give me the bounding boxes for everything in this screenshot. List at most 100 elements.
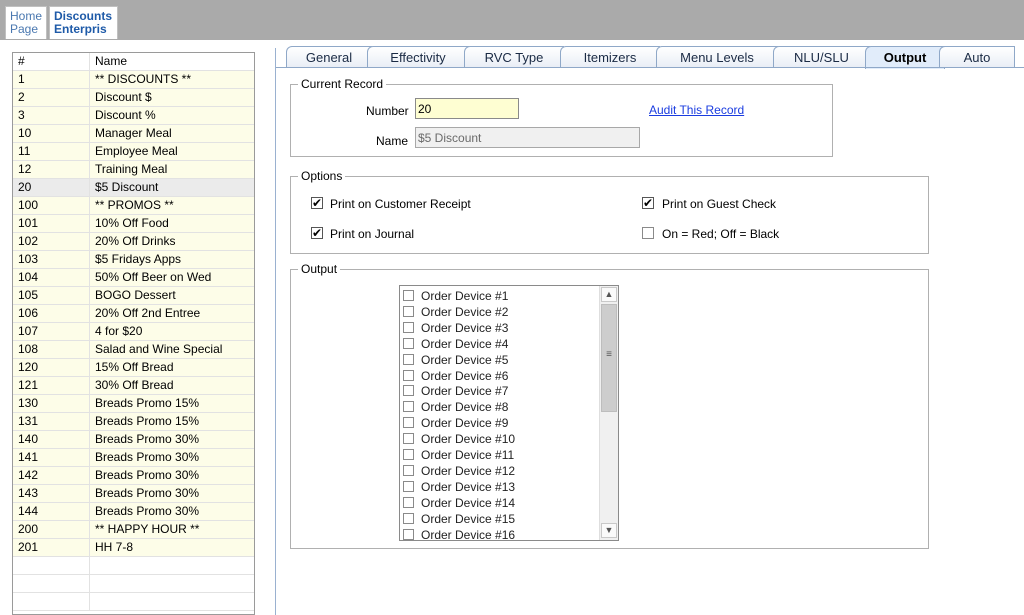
list-item[interactable]: 106 20% Off 2nd Entree [13,305,254,323]
audit-record-link[interactable]: Audit This Record [649,103,744,117]
check-mark-icon: ✔ [312,226,323,240]
order-device-list[interactable]: Order Device #1 Order Device #2 Order Devi… [399,285,619,541]
list-item[interactable]: 100 ** PROMOS ** [13,197,254,215]
list-item[interactable]: 143 Breads Promo 30% [13,485,254,503]
tab-rvc-type[interactable]: RVC Type [464,46,564,67]
column-header-number[interactable]: # [13,53,90,70]
list-item[interactable]: 142 Breads Promo 30% [13,467,254,485]
panel-divider[interactable] [275,48,276,615]
print-customer-receipt-checkbox[interactable]: ✔ [311,197,323,209]
list-item[interactable]: 103 $5 Fridays Apps [13,251,254,269]
list-item[interactable]: 120 15% Off Bread [13,359,254,377]
order-device-checkbox[interactable] [403,449,414,460]
list-item[interactable]: 105 BOGO Dessert [13,287,254,305]
column-header-name[interactable]: Name [90,53,254,70]
discounts-enterprise-tab[interactable]: Discounts Enterpris [49,6,118,39]
tab-auto[interactable]: Auto [939,46,1015,67]
list-item[interactable]: 201 HH 7-8 [13,539,254,557]
list-item[interactable]: 12 Training Meal [13,161,254,179]
list-item[interactable]: 121 30% Off Bread [13,377,254,395]
list-item[interactable]: 20 $5 Discount [13,179,254,197]
order-device-checkbox[interactable] [403,337,414,349]
list-item[interactable]: 140 Breads Promo 30% [13,431,254,449]
list-item[interactable]: 10 Manager Meal [13,125,254,143]
list-item[interactable]: 130 Breads Promo 15% [13,395,254,413]
home-page-tab[interactable]: Home Page [5,6,47,39]
tab-output[interactable]: Output [865,46,945,69]
empty-cell [13,593,90,610]
chevron-up-icon: ▲ [604,289,614,299]
print-journal-label[interactable]: Print on Journal [330,227,414,241]
list-rows: 1 ** DISCOUNTS ** 2 Discount $ 3 Discount % 10… [13,71,254,611]
print-guest-check-label[interactable]: Print on Guest Check [662,197,776,211]
on-red-off-black-label[interactable]: On = Red; Off = Black [662,227,779,241]
list-item[interactable]: 102 20% Off Drinks [13,233,254,251]
list-item-number: 101 [13,215,90,232]
order-device-label: Order Device #6 [421,368,509,383]
scroll-thumb[interactable]: ≡ [601,304,617,412]
order-device-label: Order Device #3 [421,320,509,335]
order-device-checkbox[interactable] [403,528,414,540]
list-item[interactable]: 1 ** DISCOUNTS ** [13,71,254,89]
list-item[interactable]: 108 Salad and Wine Special [13,341,254,359]
grip-icon: ≡ [606,349,612,360]
list-item-name: $5 Discount [95,180,159,194]
name-field[interactable] [415,127,640,148]
list-item[interactable]: 131 Breads Promo 15% [13,413,254,431]
device-list-scrollbar[interactable]: ▲ ≡ ▼ [599,286,618,540]
order-device-checkbox[interactable] [403,433,414,445]
check-mark-icon: ✔ [312,196,323,210]
list-item[interactable]: 107 4 for $20 [13,323,254,341]
list-item-number: 121 [13,377,90,394]
scroll-down-button[interactable]: ▼ [601,523,617,538]
tab-nlu-slu[interactable]: NLU/SLU [773,46,870,67]
list-item[interactable]: 104 50% Off Beer on Wed [13,269,254,287]
tab-menu-levels[interactable]: Menu Levels [656,46,778,67]
order-device-checkbox[interactable] [403,401,414,413]
tab-general[interactable]: General [286,46,372,67]
list-item[interactable]: 2 Discount $ [13,89,254,107]
list-item-name: 50% Off Beer on Wed [95,270,212,284]
tab-itemizers[interactable]: Itemizers [560,46,660,67]
list-item-number: 130 [13,395,90,412]
order-device-checkbox[interactable] [403,353,414,365]
order-device-checkbox[interactable] [403,417,414,429]
tab-strip-line [276,67,1024,68]
order-device-label: Order Device #2 [421,304,509,319]
order-device-checkbox[interactable] [403,321,414,333]
print-customer-receipt-label[interactable]: Print on Customer Receipt [330,197,471,211]
list-item[interactable]: 141 Breads Promo 30% [13,449,254,467]
order-device-label: Order Device #13 [421,479,516,494]
record-list[interactable]: # Name 1 ** DISCOUNTS ** 2 Discount $ 3 Disco… [12,52,255,615]
list-item-name: $5 Fridays Apps [95,252,182,266]
order-device-label: Order Device #15 [421,511,516,526]
current-record-legend: Current Record [298,77,387,91]
list-item-number: 120 [13,359,90,376]
order-device-checkbox[interactable] [403,512,414,524]
order-device-checkbox[interactable] [403,385,414,397]
list-item[interactable]: 101 10% Off Food [13,215,254,233]
list-item-name: ** DISCOUNTS ** [95,72,192,86]
order-device-checkbox[interactable] [403,464,414,476]
order-device-checkbox[interactable] [403,496,414,508]
list-item[interactable]: 144 Breads Promo 30% [13,503,254,521]
list-item[interactable]: 11 Employee Meal [13,143,254,161]
print-journal-checkbox[interactable]: ✔ [311,227,323,239]
order-device-checkbox[interactable] [403,480,414,492]
list-item-number: 103 [13,251,90,268]
order-device-checkbox[interactable] [403,305,414,317]
list-item-number: 105 [13,287,90,304]
on-red-off-black-checkbox[interactable] [642,227,654,239]
order-device-checkbox[interactable] [403,290,414,301]
order-device-checkbox[interactable] [403,369,414,381]
list-header: # Name [13,53,254,71]
scroll-up-button[interactable]: ▲ [601,287,617,302]
list-item-number: 142 [13,467,90,484]
list-item[interactable]: 3 Discount % [13,107,254,125]
number-field[interactable] [415,98,519,119]
tab-effectivity[interactable]: Effectivity [367,46,469,67]
order-device-label: Order Device #5 [421,352,509,367]
print-guest-check-checkbox[interactable]: ✔ [642,197,654,209]
list-item[interactable]: 200 ** HAPPY HOUR ** [13,521,254,539]
list-item-name: Manager Meal [95,126,172,140]
